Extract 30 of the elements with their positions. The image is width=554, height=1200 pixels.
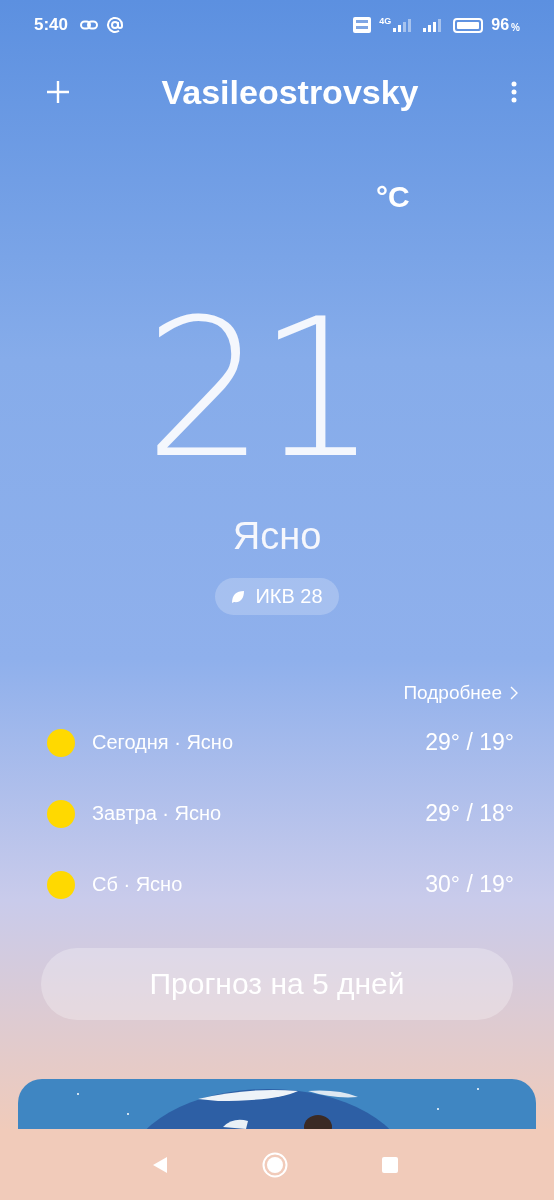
back-button[interactable] [152, 1155, 168, 1174]
temperature: 21 [144, 310, 371, 470]
sun-icon [47, 870, 75, 899]
forecast-temperatures: 29° / 18° [425, 800, 514, 827]
battery-percent: 96 [491, 16, 510, 34]
sun-icon [47, 728, 75, 757]
weather-condition: Ясно [231, 514, 323, 558]
air-quality-button[interactable]: ИКВ 28 [215, 578, 339, 615]
leaf-icon [231, 589, 246, 604]
percent-sign: % [511, 22, 520, 33]
temperature-unit: °C [376, 182, 410, 212]
forecast-temperatures: 30° / 19° [425, 871, 514, 898]
city-name: Vasileostrovsky [161, 72, 419, 112]
forecast-temperatures: 29° / 19° [425, 729, 514, 756]
chevron-right-icon [510, 686, 518, 700]
status-time: 5:40 [34, 15, 69, 35]
forecast-day: Сб · Ясно [92, 873, 183, 896]
volte-icon [353, 17, 372, 33]
forecast-day: Сегодня · Ясно [92, 731, 234, 754]
more-options-button[interactable] [510, 80, 518, 104]
forecast-day: Завтра · Ясно [92, 802, 222, 825]
link-icon [80, 20, 99, 30]
sun-icon [47, 799, 75, 828]
recent-apps-button[interactable] [382, 1156, 398, 1173]
home-button[interactable] [262, 1151, 288, 1178]
add-city-button[interactable] [46, 80, 70, 104]
at-sign-icon [106, 16, 125, 34]
details-link[interactable]: Подробнее [403, 679, 518, 707]
network-type: 4G [379, 16, 392, 26]
battery-icon [453, 17, 484, 33]
